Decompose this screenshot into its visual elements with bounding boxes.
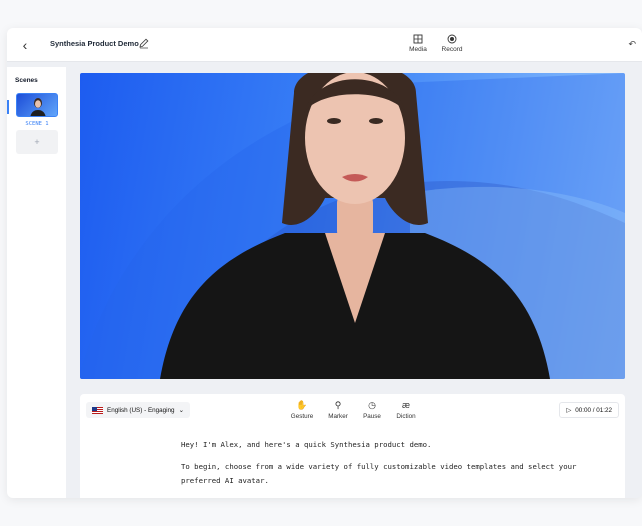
diction-button[interactable]: æ Diction — [389, 400, 423, 420]
marker-icon: ⚲ — [334, 400, 342, 410]
active-scene-marker — [7, 100, 9, 114]
ai-avatar[interactable] — [80, 73, 625, 379]
undo-icon[interactable]: ↶ — [628, 39, 636, 50]
script-editor: English (US) - Engaging ⌄ ✋ Gesture ⚲ Ma… — [80, 394, 625, 498]
scene-thumbnail[interactable] — [16, 93, 58, 117]
back-arrow-icon[interactable]: ‹ — [17, 37, 33, 53]
pencil-icon[interactable] — [138, 37, 150, 49]
timer-label: 00:00 / 01:22 — [575, 406, 612, 414]
avatar-thumbnail-icon — [30, 98, 46, 116]
marker-button[interactable]: ⚲ Marker — [321, 400, 355, 420]
media-label: Media — [409, 46, 427, 53]
us-flag-icon — [92, 406, 103, 414]
ae-icon: æ — [401, 400, 410, 410]
clock-icon: ◷ — [368, 400, 376, 410]
project-title[interactable]: Synthesia Product Demo — [50, 39, 139, 48]
scene-label[interactable]: SCENE 1 — [16, 121, 58, 127]
scenes-title: Scenes — [15, 77, 38, 84]
script-line-1[interactable]: Hey! I'm Alex, and here's a quick Synthe… — [181, 438, 581, 452]
chevron-down-icon: ⌄ — [178, 406, 184, 414]
record-icon — [447, 34, 457, 44]
hand-icon: ✋ — [296, 400, 308, 410]
editor-window: ‹ Synthesia Product Demo Media Record ↶ … — [7, 28, 642, 498]
record-button[interactable]: Record — [437, 34, 467, 53]
media-icon — [413, 34, 423, 44]
gesture-label: Gesture — [290, 413, 314, 420]
gesture-button[interactable]: ✋ Gesture — [285, 400, 319, 420]
script-text-area[interactable]: Hey! I'm Alex, and here's a quick Synthe… — [181, 438, 581, 496]
script-line-2[interactable]: To begin, choose from a wide variety of … — [181, 460, 581, 488]
language-selector[interactable]: English (US) - Engaging ⌄ — [86, 402, 190, 418]
top-toolbar: ‹ Synthesia Product Demo Media Record ↶ — [7, 28, 642, 62]
language-label: English (US) - Engaging — [107, 406, 175, 414]
playback-control[interactable]: ▷ 00:00 / 01:22 — [559, 402, 619, 418]
scenes-panel: Scenes SCENE 1 + — [7, 67, 66, 498]
pause-label: Pause — [363, 413, 381, 420]
pause-button[interactable]: ◷ Pause — [355, 400, 389, 420]
add-scene-button[interactable]: + — [16, 130, 58, 154]
media-button[interactable]: Media — [403, 34, 433, 53]
marker-label: Marker — [328, 413, 348, 420]
record-label: Record — [441, 46, 463, 53]
video-canvas[interactable] — [80, 73, 625, 379]
app-frame: ‹ Synthesia Product Demo Media Record ↶ … — [0, 0, 642, 526]
play-icon[interactable]: ▷ — [566, 407, 571, 414]
diction-label: Diction — [396, 413, 416, 420]
